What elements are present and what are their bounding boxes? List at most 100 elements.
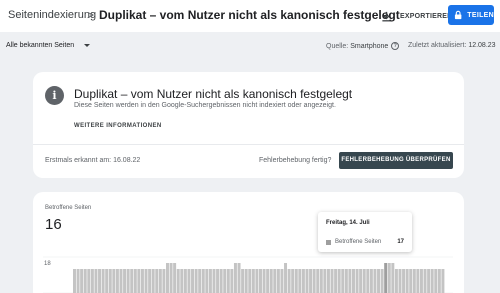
chart-bar[interactable] [287,269,291,293]
chart-bar[interactable] [355,269,359,293]
chart-bar[interactable] [112,269,116,293]
chart-bar[interactable] [294,269,298,293]
chart-bar[interactable] [380,269,384,293]
chart-bar[interactable] [437,269,441,293]
chart-bar[interactable] [348,269,352,293]
chart-bar[interactable] [323,269,327,293]
help-icon[interactable]: ? [391,42,400,50]
chart-bar[interactable] [434,269,438,293]
chart-bar[interactable] [398,269,402,293]
chart-bar[interactable] [391,263,395,293]
scope-dropdown[interactable]: Alle bekannten Seiten [6,42,91,49]
chart-bar[interactable] [223,269,227,293]
chart-bar[interactable] [115,269,119,293]
chart-bar[interactable] [169,263,173,293]
chart-bar[interactable] [384,263,388,293]
chart-bar[interactable] [326,269,330,293]
chart-bar[interactable] [337,269,341,293]
chart-bar[interactable] [291,269,295,293]
chart-bar[interactable] [119,269,123,293]
chart-bar[interactable] [416,269,420,293]
chart-bar[interactable] [183,269,187,293]
chart-bar[interactable] [137,269,141,293]
chart-bar[interactable] [194,269,198,293]
chart-bar[interactable] [219,269,223,293]
chart-bar[interactable] [441,269,445,293]
chart-bar[interactable] [262,269,266,293]
chart-bar[interactable] [208,269,212,293]
chart-bar[interactable] [226,269,230,293]
chart-bar[interactable] [301,269,305,293]
chart-bar[interactable] [369,269,373,293]
export-button[interactable]: EXPORTIEREN [381,8,452,24]
chart-bar[interactable] [273,269,277,293]
chart-bar[interactable] [73,269,76,293]
chart-bar[interactable] [133,269,137,293]
chart-bar[interactable] [334,269,338,293]
share-button[interactable]: TEILEN [448,5,494,25]
chart-bar[interactable] [251,269,255,293]
chart-bar[interactable] [87,269,91,293]
chart-bar[interactable] [155,269,159,293]
chart-bar[interactable] [90,269,94,293]
chart-bar[interactable] [280,269,284,293]
chart-bar[interactable] [409,269,413,293]
chart-bar[interactable] [266,269,270,293]
chart-bar[interactable] [180,269,184,293]
chart-bar[interactable] [101,269,105,293]
chart-bar[interactable] [387,263,391,293]
chart-bar[interactable] [205,269,209,293]
chart-bar[interactable] [405,269,409,293]
chart-bar[interactable] [98,269,102,293]
chart-bar[interactable] [330,269,334,293]
chart-bar[interactable] [366,269,370,293]
chart-bar[interactable] [158,269,162,293]
chart-bar[interactable] [269,269,273,293]
chart-bar[interactable] [312,269,316,293]
chart-bar[interactable] [176,269,180,293]
chart-bar[interactable] [187,269,191,293]
chart-bar[interactable] [248,269,252,293]
chart-bar[interactable] [402,269,406,293]
chart-bar[interactable] [427,269,431,293]
chart-bar[interactable] [140,269,144,293]
chart-bar[interactable] [430,269,434,293]
chart-bar[interactable] [233,263,237,293]
chart-bar[interactable] [309,269,313,293]
chart-bar[interactable] [394,269,398,293]
chart-bar[interactable] [212,269,216,293]
chart-bar[interactable] [191,269,195,293]
chart-bar[interactable] [173,263,177,293]
chart-bar[interactable] [241,269,245,293]
chart-bar[interactable] [144,269,148,293]
chart-bar[interactable] [166,263,169,293]
chart-bar[interactable] [423,269,427,293]
chart-bar[interactable] [255,269,259,293]
chart-bar[interactable] [162,269,166,293]
chart-bar[interactable] [83,269,87,293]
chart-bar[interactable] [216,269,220,293]
chart-bar[interactable] [359,269,363,293]
chart-bar[interactable] [412,269,416,293]
validate-fix-button[interactable]: FEHLERBEHEBUNG ÜBERPRÜFEN [339,152,453,169]
chart-bar[interactable] [377,269,381,293]
chart-bar[interactable] [230,269,234,293]
chart-bar[interactable] [148,269,152,293]
chart-bar[interactable] [341,269,345,293]
chart-bar[interactable] [352,269,355,293]
chart-bar[interactable] [198,269,202,293]
breadcrumb-parent[interactable]: Seitenindexierung [8,9,96,21]
chart-bar[interactable] [94,269,98,293]
chart-bar[interactable] [319,269,323,293]
chart-bar[interactable] [362,269,366,293]
chart-bar[interactable] [108,269,112,293]
chart-bar[interactable] [276,269,280,293]
chart-bar[interactable] [316,269,320,293]
chart-bar[interactable] [151,269,155,293]
chart-bar[interactable] [130,269,134,293]
chart-bar[interactable] [201,269,205,293]
chart-bar[interactable] [419,269,423,293]
chart-bar[interactable] [259,269,262,293]
chart-bar[interactable] [373,269,377,293]
chart-bar[interactable] [244,269,248,293]
